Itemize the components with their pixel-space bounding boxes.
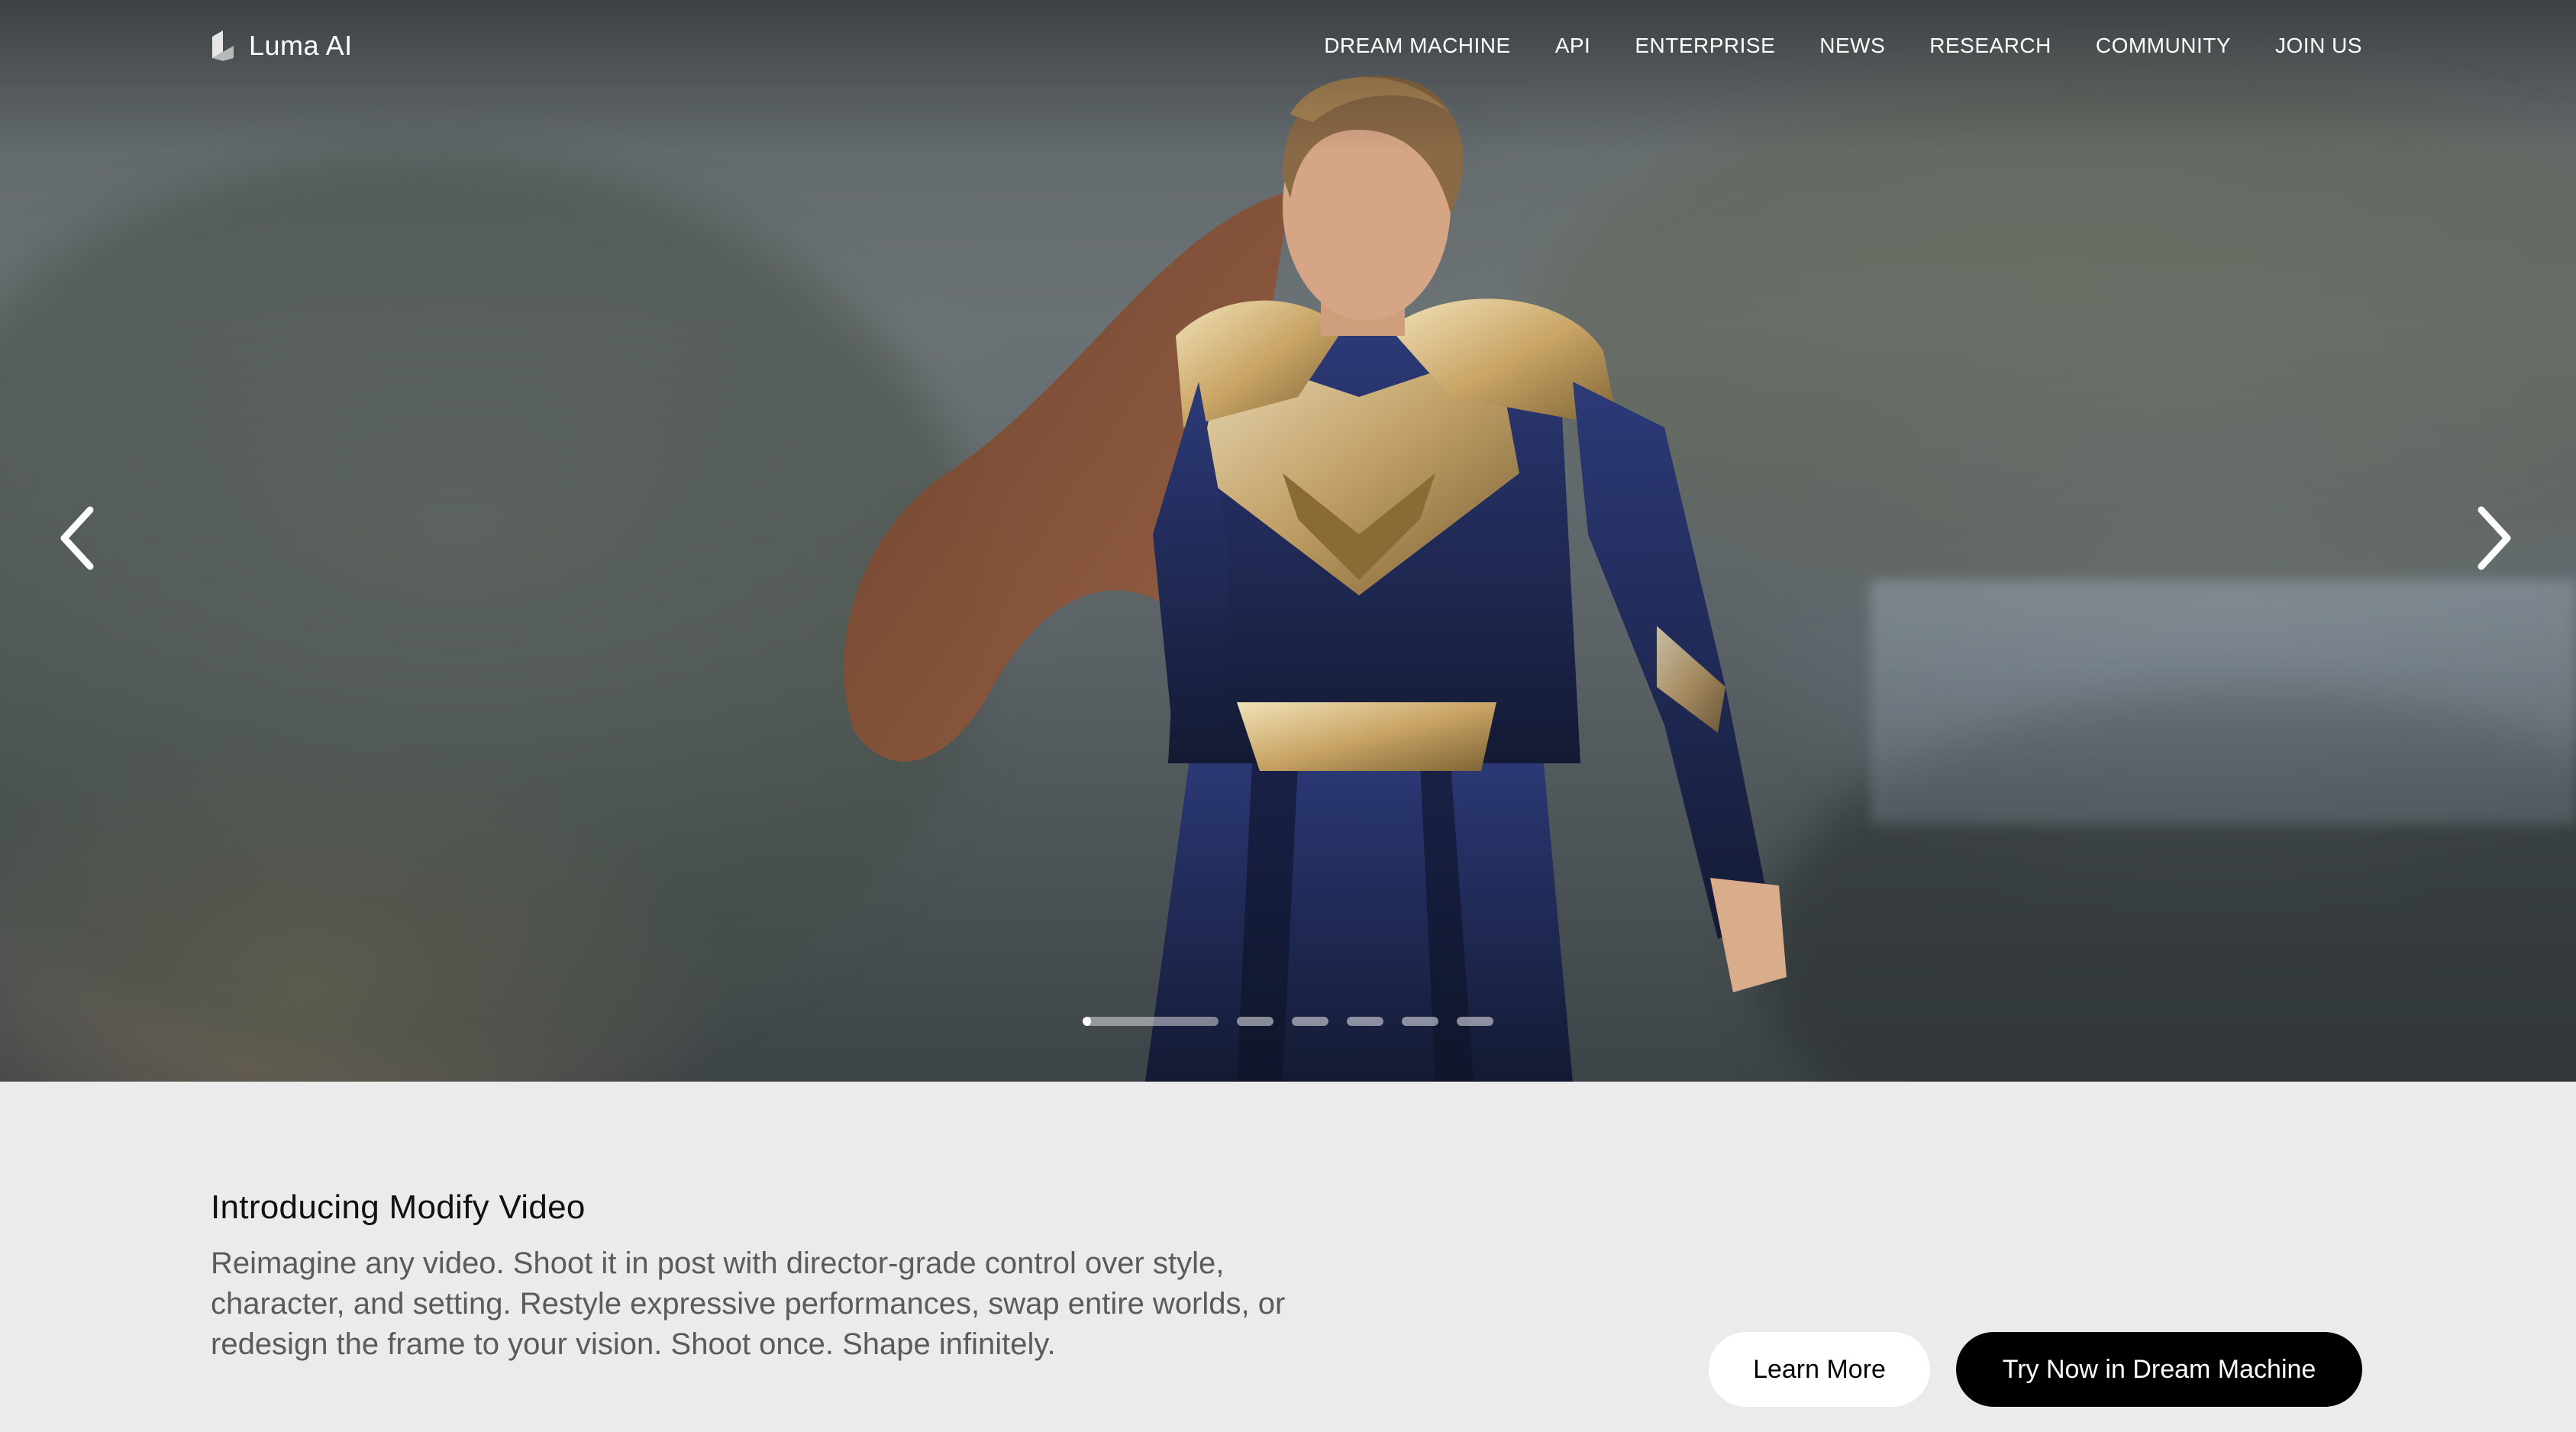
carousel-dot[interactable] xyxy=(1347,1017,1383,1026)
carousel-pagination xyxy=(1083,1017,1493,1026)
carousel-dot[interactable] xyxy=(1402,1017,1438,1026)
carousel-dot[interactable] xyxy=(1237,1017,1273,1026)
carousel-dot[interactable] xyxy=(1292,1017,1328,1026)
chevron-right-icon xyxy=(2478,506,2511,570)
nav-dream-machine[interactable]: DREAM MACHINE xyxy=(1324,31,1511,61)
hero-carousel: Luma AI DREAM MACHINE API ENTERPRISE NEW… xyxy=(0,0,2576,1082)
carousel-dot[interactable] xyxy=(1457,1017,1493,1026)
try-now-button[interactable]: Try Now in Dream Machine xyxy=(1956,1332,2362,1407)
top-navigation: Luma AI DREAM MACHINE API ENTERPRISE NEW… xyxy=(0,0,2576,92)
learn-more-button[interactable]: Learn More xyxy=(1709,1332,1930,1407)
hero-character-figure xyxy=(844,76,1787,1082)
nav-links: DREAM MACHINE API ENTERPRISE NEWS RESEAR… xyxy=(1324,31,2362,61)
nav-news[interactable]: NEWS xyxy=(1819,31,1885,61)
feature-description: Reimagine any video. Shoot it in post wi… xyxy=(211,1247,1286,1361)
nav-community[interactable]: COMMUNITY xyxy=(2096,31,2231,61)
luma-cube-icon xyxy=(212,31,234,61)
carousel-next-button[interactable] xyxy=(2468,504,2521,572)
carousel-dot[interactable] xyxy=(1083,1017,1219,1026)
carousel-prev-button[interactable] xyxy=(50,504,104,572)
brand-logo[interactable]: Luma AI xyxy=(209,29,353,63)
feature-title: Introducing Modify Video xyxy=(211,1188,586,1226)
nav-enterprise[interactable]: ENTERPRISE xyxy=(1635,31,1775,61)
brand-name: Luma AI xyxy=(249,30,353,61)
nav-join-us[interactable]: JOIN US xyxy=(2275,31,2362,61)
feature-section: Introducing Modify Video Reimagine any v… xyxy=(0,1082,2576,1432)
carousel-progress-fill xyxy=(1083,1017,1091,1026)
nav-research[interactable]: RESEARCH xyxy=(1929,31,2051,61)
chevron-left-icon xyxy=(60,506,94,570)
nav-api[interactable]: API xyxy=(1555,31,1591,61)
